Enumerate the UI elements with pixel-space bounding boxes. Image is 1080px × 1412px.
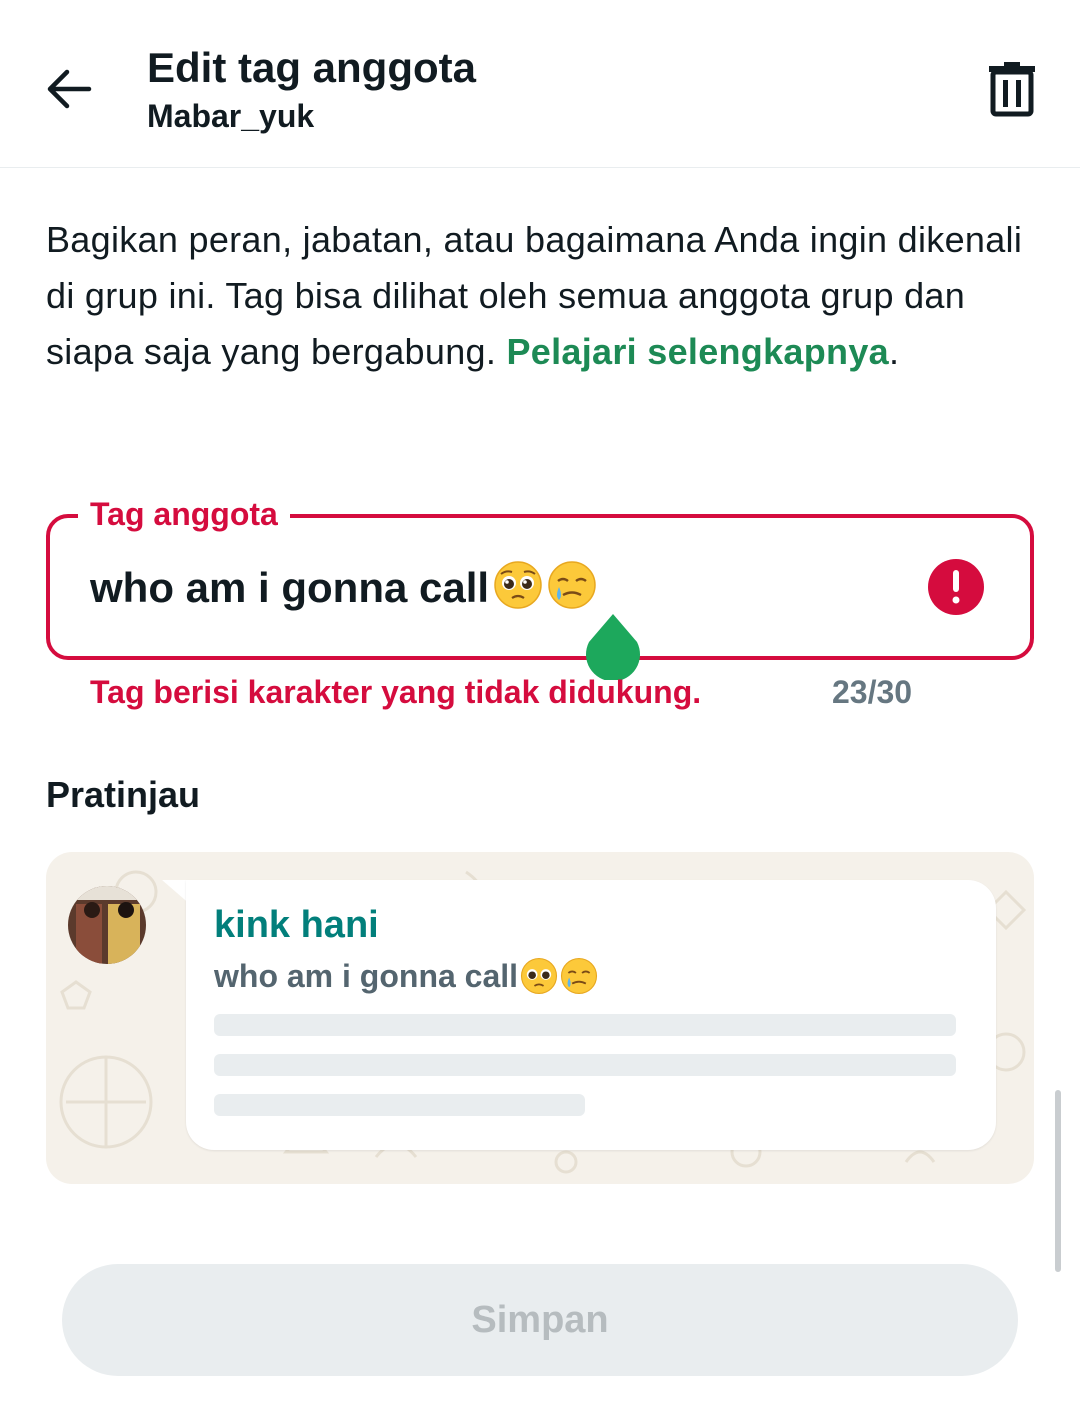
preview-tag-text: who am i gonna call — [214, 958, 519, 994]
arrow-left-icon — [47, 69, 92, 109]
pleading-face-emoji — [520, 957, 558, 995]
smiling-face-with-tear-emoji — [560, 957, 598, 995]
back-button[interactable] — [38, 58, 100, 120]
trash-icon — [989, 62, 1035, 117]
app-bar: Edit tag anggota Mabar_yuk — [0, 0, 1080, 168]
save-button[interactable]: Simpan — [62, 1264, 1018, 1376]
learn-more-link[interactable]: Pelajari selengkapnya — [506, 331, 889, 372]
char-counter: 23/30 — [832, 674, 913, 710]
description-period: . — [888, 331, 900, 372]
tag-input-value: who am i gonna call — [90, 564, 490, 611]
pleading-face-emoji — [494, 561, 542, 609]
delete-button[interactable] — [980, 58, 1044, 122]
error-icon — [928, 559, 984, 615]
edit-member-tag-screen: Edit tag anggota Mabar_yuk Bagikan peran… — [0, 0, 1080, 1412]
placeholder-line — [214, 1054, 956, 1076]
preview-heading: Pratinjau — [46, 774, 201, 815]
smiling-face-with-tear-emoji — [548, 561, 596, 609]
group-name: Mabar_yuk — [147, 98, 315, 134]
scrollbar[interactable] — [1055, 1090, 1061, 1272]
placeholder-line — [214, 1014, 956, 1036]
text-cursor-handle-icon[interactable] — [584, 612, 642, 680]
tag-input-label: Tag anggota — [78, 496, 290, 533]
tag-input[interactable]: who am i gonna call — [90, 558, 890, 618]
preview-sender-name: kink hani — [214, 904, 379, 946]
placeholder-line — [214, 1094, 585, 1116]
preview-member-tag: who am i gonna call — [214, 956, 598, 996]
error-message: Tag berisi karakter yang tidak didukung. — [90, 674, 702, 710]
avatar — [68, 886, 146, 964]
description-text: Bagikan peran, jabatan, atau bagaimana A… — [46, 212, 1036, 380]
page-title: Edit tag anggota — [147, 44, 476, 91]
